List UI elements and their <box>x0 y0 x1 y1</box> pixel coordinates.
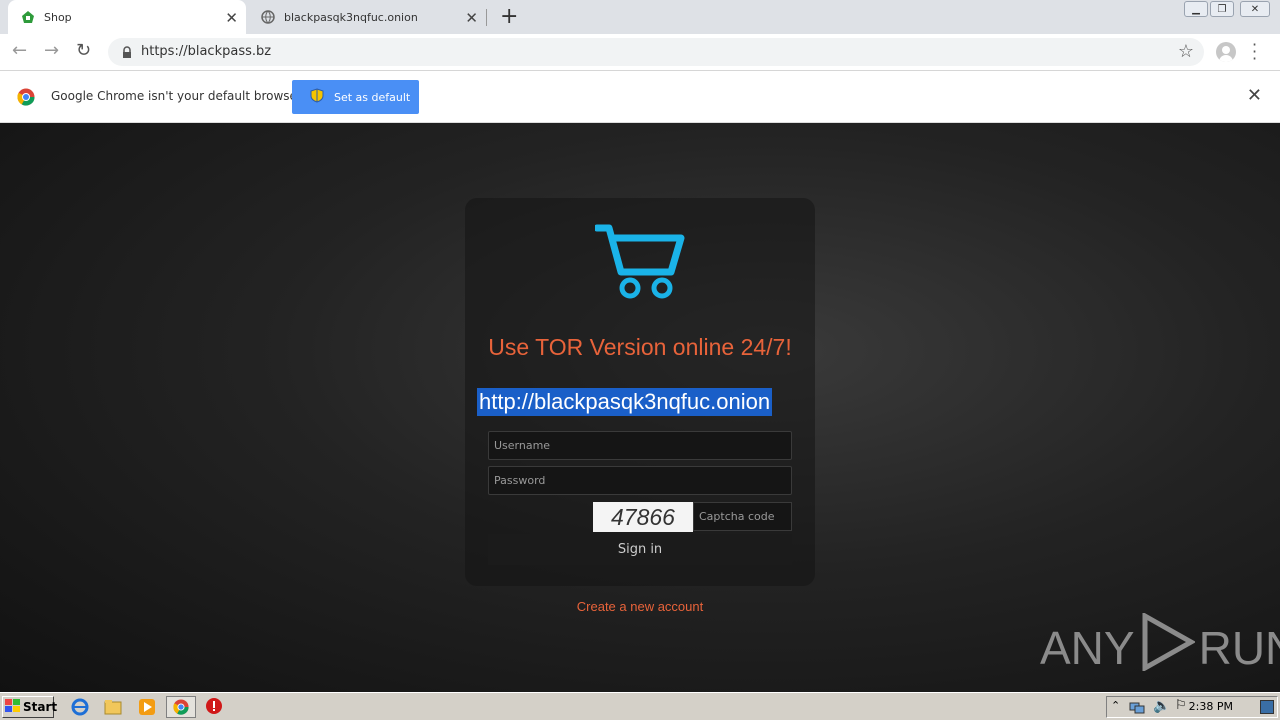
start-button[interactable]: Start <box>2 696 58 718</box>
clock[interactable]: 2:38 PM <box>1189 700 1233 713</box>
default-browser-infobar: Google Chrome isn't your default browser… <box>0 71 1280 123</box>
profile-avatar-icon[interactable] <box>1216 42 1236 62</box>
volume-icon[interactable]: 🔈 <box>1153 698 1170 714</box>
tab-close-icon[interactable]: ✕ <box>225 9 238 27</box>
url-text: https://blackpass.bz <box>141 44 272 59</box>
tor-promo-heading: Use TOR Version online 24/7! <box>488 334 792 360</box>
username-input[interactable]: Username <box>488 431 792 460</box>
browser-toolbar: ← → ↻ https://blackpass.bz ☆ · · · <box>0 34 1280 71</box>
stop-sign-icon[interactable] <box>205 697 225 717</box>
tab-onion[interactable]: blackpasqk3nqfuc.onion ✕ <box>250 0 486 34</box>
address-bar[interactable]: https://blackpass.bz ☆ <box>108 38 1204 66</box>
menu-kebab-icon[interactable]: · · · <box>1252 37 1257 67</box>
set-default-button[interactable]: Set as default <box>292 80 419 114</box>
shop-favicon-icon <box>20 9 36 25</box>
network-icon[interactable] <box>1129 700 1145 719</box>
tab-close-icon[interactable]: ✕ <box>465 9 478 27</box>
forward-arrow-icon[interactable]: → <box>44 40 59 61</box>
web-page: Use TOR Version online 24/7! http://blac… <box>0 123 1280 692</box>
tab-separator <box>486 9 487 26</box>
show-desktop-icon[interactable] <box>1260 700 1274 714</box>
windows-flag-icon <box>5 698 21 716</box>
login-card: Use TOR Version online 24/7! http://blac… <box>465 198 815 586</box>
new-tab-icon[interactable]: + <box>500 4 518 29</box>
set-default-label: Set as default <box>334 90 411 104</box>
password-input[interactable]: Password <box>488 466 792 495</box>
sign-in-button[interactable]: Sign in <box>488 534 792 565</box>
back-arrow-icon[interactable]: ← <box>12 40 27 61</box>
media-player-icon[interactable] <box>137 697 157 717</box>
system-tray: ⌃ 🔈 ⚐ 2:38 PM <box>1106 696 1278 718</box>
tab-bar: Shop ✕ blackpasqk3nqfuc.onion ✕ + ▁ ❐ ✕ <box>0 0 1280 34</box>
bookmark-star-icon[interactable]: ☆ <box>1178 41 1194 62</box>
infobar-close-icon[interactable]: ✕ <box>1247 85 1262 106</box>
watermark-right-text: RUN <box>1198 621 1280 674</box>
captcha-input[interactable]: Captcha code <box>693 502 792 531</box>
reload-icon[interactable]: ↻ <box>76 40 91 61</box>
restore-icon[interactable]: ❐ <box>1210 1 1234 17</box>
action-center-flag-icon[interactable]: ⚐ <box>1175 698 1187 713</box>
start-label: Start <box>23 700 58 714</box>
infobar-message: Google Chrome isn't your default browser <box>51 89 302 103</box>
play-triangle-icon <box>1139 611 1196 682</box>
globe-icon <box>260 9 276 25</box>
tab-title: Shop <box>44 10 72 24</box>
onion-link-text[interactable]: http://blackpasqk3nqfuc.onion <box>477 388 773 416</box>
shopping-cart-icon <box>593 222 687 306</box>
file-explorer-icon[interactable] <box>103 697 123 717</box>
lock-icon <box>122 44 132 63</box>
tab-shop[interactable]: Shop ✕ <box>8 0 246 34</box>
create-account-link[interactable]: Create a new account <box>0 599 1280 614</box>
chrome-taskbar-icon[interactable] <box>166 696 196 718</box>
minimize-icon[interactable]: ▁ <box>1184 1 1208 17</box>
tab-title: blackpasqk3nqfuc.onion <box>284 10 418 24</box>
window-close-icon[interactable]: ✕ <box>1240 1 1270 17</box>
watermark-left-text: ANY <box>1040 621 1135 674</box>
windows-taskbar: Start ⌃ 🔈 ⚐ 2:38 PM <box>0 692 1280 720</box>
chrome-logo-icon <box>17 88 35 110</box>
captcha-image: 47866 <box>593 502 693 532</box>
captcha-code-text: 47866 <box>611 503 675 530</box>
shield-icon <box>310 88 324 106</box>
tray-expand-icon[interactable]: ⌃ <box>1111 699 1120 712</box>
internet-explorer-icon[interactable] <box>70 697 90 717</box>
anyrun-watermark: ANY RUN <box>1040 611 1280 682</box>
